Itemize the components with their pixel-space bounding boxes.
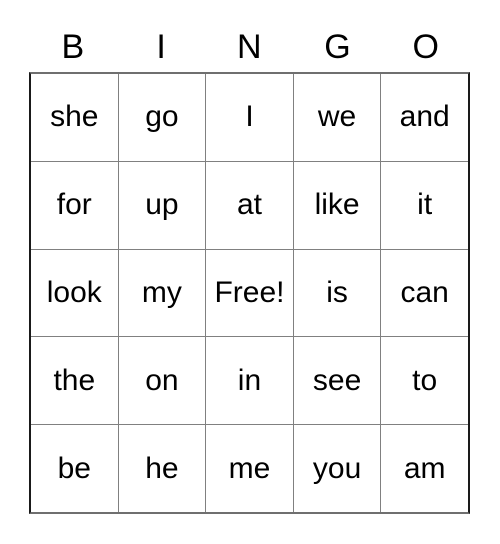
bingo-cell[interactable]: at (205, 161, 293, 249)
bingo-cell[interactable]: like (292, 161, 381, 249)
bingo-row: she go I we and (31, 74, 468, 161)
bingo-cell[interactable]: it (380, 161, 468, 249)
bingo-cell[interactable]: you (292, 425, 381, 512)
bingo-header-letter-n: N (236, 28, 263, 66)
bingo-cell[interactable]: is (292, 249, 381, 337)
bingo-cell[interactable]: and (380, 74, 468, 161)
bingo-cell[interactable]: on (117, 337, 206, 425)
bingo-row: the on in see to (31, 336, 468, 425)
bingo-cell[interactable]: be (31, 425, 118, 512)
bingo-row: for up at like it (31, 160, 468, 249)
bingo-header-letter-o: O (412, 28, 440, 66)
bingo-header-letter-g: G (324, 28, 352, 66)
bingo-grid: she go I we and for up at like it look m… (29, 72, 470, 514)
bingo-header-letter-i: I (156, 28, 167, 66)
bingo-cell[interactable]: my (117, 249, 206, 337)
bingo-cell[interactable]: we (292, 74, 381, 161)
bingo-cell[interactable]: he (117, 425, 206, 512)
bingo-cell[interactable]: am (380, 425, 468, 512)
bingo-cell[interactable]: see (292, 337, 381, 425)
bingo-cell[interactable]: me (205, 425, 293, 512)
bingo-row: look my Free! is can (31, 248, 468, 337)
bingo-header-row: B I N G O (29, 22, 470, 72)
bingo-cell[interactable]: I (205, 74, 293, 161)
bingo-cell[interactable]: for (31, 161, 118, 249)
bingo-card: B I N G O she go I we and for up at like… (0, 0, 500, 544)
bingo-cell-free-space[interactable]: Free! (205, 249, 293, 337)
bingo-header-letter-b: B (61, 28, 85, 66)
bingo-cell[interactable]: the (31, 337, 118, 425)
bingo-cell[interactable]: can (380, 249, 468, 337)
bingo-cell[interactable]: up (117, 161, 206, 249)
bingo-cell[interactable]: look (31, 249, 118, 337)
bingo-cell[interactable]: in (205, 337, 293, 425)
bingo-cell[interactable]: go (117, 74, 206, 161)
bingo-row: be he me you am (31, 424, 468, 512)
bingo-cell[interactable]: to (380, 337, 468, 425)
bingo-cell[interactable]: she (31, 74, 118, 161)
